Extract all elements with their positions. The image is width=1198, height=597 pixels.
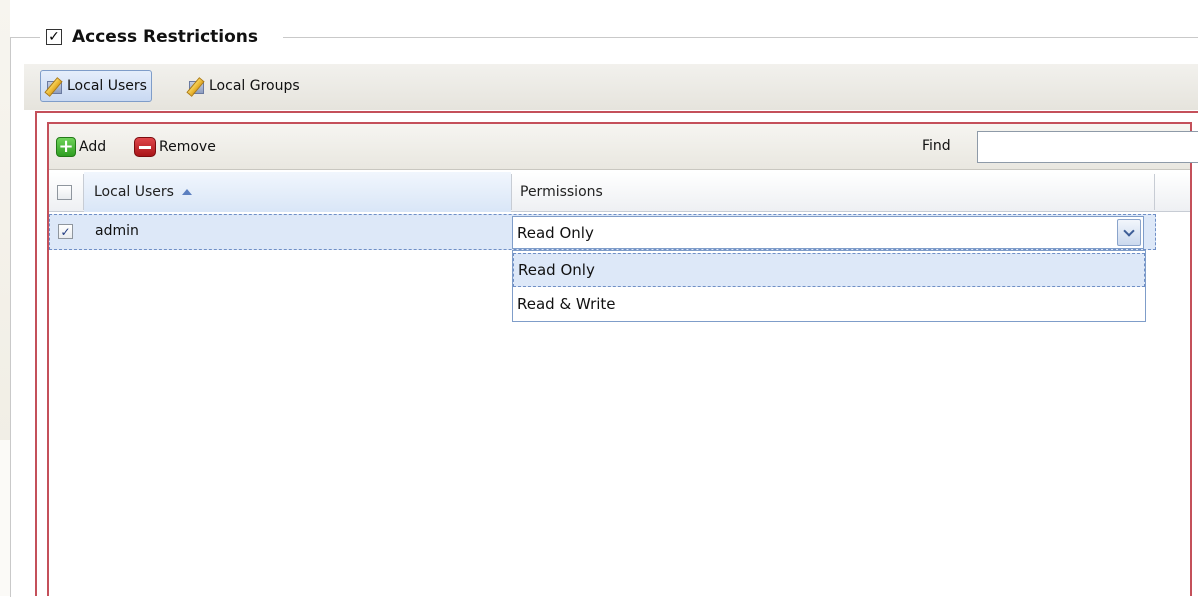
access-restrictions-legend: ✓ Access Restrictions bbox=[46, 24, 258, 50]
permission-select[interactable]: Read Only bbox=[512, 216, 1144, 249]
find-label: Find bbox=[922, 138, 951, 154]
add-button[interactable]: + Add bbox=[56, 134, 106, 160]
dropdown-toggle-button[interactable] bbox=[1117, 219, 1141, 246]
dropdown-option-label: Read & Write bbox=[517, 295, 616, 313]
grid-header: Local Users Permissions bbox=[49, 172, 1190, 212]
fieldset-border-top-right bbox=[283, 37, 1198, 38]
row-checkbox[interactable]: ✓ bbox=[58, 224, 73, 239]
tab-local-users-label: Local Users bbox=[67, 78, 147, 94]
fieldset-border-left bbox=[10, 37, 11, 597]
dropdown-option-read-write[interactable]: Read & Write bbox=[513, 287, 1145, 321]
dropdown-option-label: Read Only bbox=[518, 261, 595, 279]
select-all-cell bbox=[57, 172, 81, 212]
column-header-local-users-label: Local Users bbox=[94, 184, 174, 200]
permission-select-value: Read Only bbox=[517, 223, 594, 242]
remove-button[interactable]: Remove bbox=[134, 134, 216, 160]
dropdown-option-read-only[interactable]: Read Only bbox=[513, 253, 1145, 287]
add-button-label: Add bbox=[79, 139, 107, 155]
access-restrictions-title: Access Restrictions bbox=[72, 27, 259, 47]
plus-icon: + bbox=[56, 137, 76, 157]
column-header-permissions[interactable]: Permissions bbox=[512, 172, 1152, 212]
left-panel-strip-lower bbox=[0, 440, 10, 596]
tab-local-groups-label: Local Groups bbox=[209, 78, 300, 94]
fieldset-border-top-left bbox=[10, 37, 40, 38]
access-restrictions-checkbox[interactable]: ✓ bbox=[46, 29, 62, 45]
column-header-local-users[interactable]: Local Users bbox=[84, 172, 511, 212]
users-edit-icon bbox=[44, 76, 65, 97]
tab-local-groups[interactable]: Local Groups bbox=[182, 70, 305, 102]
permission-dropdown-list: Read Only Read & Write bbox=[512, 250, 1146, 322]
find-input[interactable] bbox=[977, 131, 1198, 163]
sort-ascending-icon bbox=[181, 189, 192, 195]
row-user-name: admin bbox=[95, 223, 139, 239]
remove-button-label: Remove bbox=[159, 139, 216, 155]
tab-local-users[interactable]: Local Users bbox=[40, 70, 152, 102]
header-divider bbox=[1154, 174, 1155, 210]
column-header-permissions-label: Permissions bbox=[520, 184, 603, 200]
chevron-down-icon bbox=[1123, 224, 1135, 237]
minus-icon bbox=[134, 137, 156, 157]
groups-edit-icon bbox=[186, 76, 207, 97]
grid-toolbar: + Add Remove Find bbox=[49, 124, 1198, 170]
tab-strip: Local Users Local Groups bbox=[24, 64, 1198, 110]
select-all-checkbox[interactable] bbox=[57, 184, 72, 200]
